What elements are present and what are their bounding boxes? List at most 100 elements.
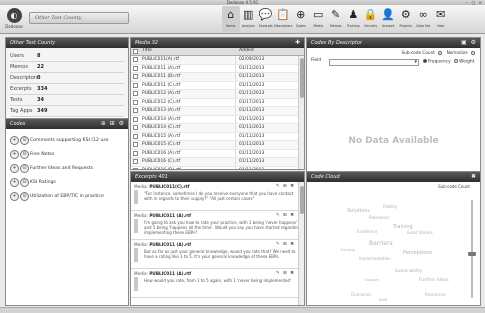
toolbar-account-button[interactable]: 👤 Account bbox=[380, 6, 398, 32]
normalize-toggle[interactable] bbox=[471, 51, 475, 55]
cloud-word[interactable]: Funding bbox=[341, 248, 355, 252]
row-checkbox[interactable] bbox=[131, 56, 139, 64]
toolbar-analyze-button[interactable]: ▥ Analyze bbox=[240, 6, 258, 32]
table-row[interactable]: PUBLIC016 (D).rtf 01/11/2013 bbox=[131, 166, 304, 169]
row-checkbox[interactable] bbox=[131, 116, 139, 124]
row-checkbox[interactable] bbox=[131, 167, 139, 169]
cloud-slider-thumb[interactable] bbox=[468, 252, 476, 256]
cloud-slider-track[interactable] bbox=[471, 200, 473, 298]
table-row[interactable]: PUBLIC011 (A).rtf 01/11/2013 bbox=[131, 64, 304, 73]
cloud-word[interactable]: Implementation bbox=[359, 256, 391, 261]
row-checkbox[interactable] bbox=[131, 65, 139, 73]
toolbar-home-button[interactable]: ⌂ Home bbox=[222, 6, 240, 32]
project-selector[interactable]: Other Test County bbox=[29, 12, 129, 24]
field-select[interactable] bbox=[329, 59, 419, 66]
table-row[interactable]: PUBLIC014 (A).rtf 01/11/2013 bbox=[131, 115, 304, 124]
expand-icon[interactable]: + bbox=[10, 191, 19, 201]
cloud-word[interactable]: Support bbox=[365, 278, 379, 282]
expand-icon[interactable]: + bbox=[10, 163, 19, 173]
code-item[interactable]: + ⊙ Utilization of EBP/TIC in practice bbox=[10, 189, 124, 203]
table-row[interactable]: PUBLIC014 (C).rtf 01/11/2013 bbox=[131, 124, 304, 133]
toolbar-training-button[interactable]: ♟ Training bbox=[345, 6, 363, 32]
expand-icon[interactable]: + bbox=[10, 177, 19, 187]
cloud-word[interactable]: Outcomes bbox=[351, 292, 371, 297]
excerpt-media[interactable]: PUBLIC011 (A).rtf bbox=[149, 213, 191, 218]
excerpt-actions[interactable]: ✎ ⊞ ✖ bbox=[276, 271, 295, 276]
row-checkbox[interactable] bbox=[131, 133, 139, 141]
table-row[interactable]: PUBLIC015 (C).rtf 01/11/2013 bbox=[131, 141, 304, 150]
descriptor-panel-actions[interactable]: ▣ ⚙ bbox=[461, 39, 477, 47]
cloud-word[interactable]: Good Stories bbox=[407, 230, 433, 235]
row-checkbox[interactable] bbox=[131, 82, 139, 90]
scroll-thumb[interactable] bbox=[300, 58, 304, 98]
row-checkbox[interactable] bbox=[131, 107, 139, 115]
code-item[interactable]: + ⊙ Comments supporting KSI (12 use bbox=[10, 133, 124, 147]
cloud-word[interactable]: Fidelity bbox=[383, 204, 397, 209]
code-item[interactable]: + ⊙ KSI Ratings bbox=[10, 175, 124, 189]
cloud-word[interactable]: Relevance bbox=[369, 215, 390, 220]
row-checkbox[interactable] bbox=[131, 99, 139, 107]
toolbar-projects-button[interactable]: ⚙ Projects bbox=[397, 6, 415, 32]
frequency-radio[interactable] bbox=[423, 59, 427, 63]
toolbar-codes-button[interactable]: ⊕ Codes bbox=[292, 6, 310, 32]
table-row[interactable]: PUBLIC011 (C).rtf 01/11/2013 bbox=[131, 81, 304, 90]
table-row[interactable]: PUBLIC012 (C).rtf 01/17/2013 bbox=[131, 98, 304, 107]
cloud-word[interactable]: Evidence bbox=[357, 230, 377, 235]
subcode-count-toggle[interactable] bbox=[438, 51, 443, 55]
expand-icon[interactable]: + bbox=[10, 135, 19, 145]
row-checkbox[interactable] bbox=[131, 158, 139, 166]
row-checkbox[interactable] bbox=[131, 150, 139, 158]
toolbar-excerpts-button[interactable]: 💬 Excerpts bbox=[257, 6, 275, 32]
codes-panel-actions[interactable]: ⊕ ⊞ ⚙ bbox=[101, 120, 125, 128]
excerpt-media[interactable]: PUBLIC011 (A).rtf bbox=[149, 271, 191, 276]
excerpt-item[interactable]: Media: PUBLIC011 (A).rtf ✎ ⊞ ✖ But as far … bbox=[131, 240, 304, 269]
expand-icon[interactable]: + bbox=[10, 149, 19, 159]
table-row[interactable]: PUBLIC011 (B).rtf 01/11/2013 bbox=[131, 73, 304, 82]
column-added[interactable]: Added bbox=[236, 48, 276, 55]
cloud-word[interactable]: Barriers bbox=[369, 240, 393, 247]
table-row[interactable]: PUBLIC015 (A).rtf 01/11/2013 bbox=[131, 132, 304, 141]
cloud-word[interactable]: Solutions bbox=[347, 208, 370, 214]
table-row[interactable]: PUBLIC016 (A).rtf 01/11/2013 bbox=[131, 149, 304, 158]
toolbar-descriptors-button[interactable]: 📋 Descriptors bbox=[274, 6, 292, 32]
table-row[interactable]: PUBLIC016 (C).rtf 01/11/2013 bbox=[131, 158, 304, 167]
select-all-checkbox[interactable] bbox=[131, 48, 139, 55]
row-checkbox[interactable] bbox=[131, 124, 139, 132]
excerpt-actions[interactable]: ✎ ⊞ ✖ bbox=[276, 213, 295, 218]
dedoose-logo[interactable]: ◐ Dedoose bbox=[3, 8, 25, 30]
code-item[interactable]: + ⊙ Free Notes bbox=[10, 147, 124, 161]
training-icon: ♟ bbox=[348, 8, 359, 21]
excerpt-item[interactable]: Media: PUBLIC011 (A).rtf ✎ ⊞ ✖ I'm going t… bbox=[131, 211, 304, 240]
expand-icon[interactable]: ✖ bbox=[471, 173, 477, 181]
row-checkbox[interactable] bbox=[131, 73, 139, 81]
excerpt-actions[interactable]: ✎ ⊞ ✖ bbox=[276, 184, 295, 189]
add-media-icon[interactable]: ✚ bbox=[295, 39, 301, 47]
excerpt-media[interactable]: PUBLIC011 (A).rtf bbox=[149, 242, 191, 247]
table-row[interactable]: PUBLIC011(A).rtf 02/09/2013 bbox=[131, 56, 304, 65]
row-checkbox[interactable] bbox=[131, 90, 139, 98]
toolbar-memos-button[interactable]: ✎ Memos bbox=[327, 6, 345, 32]
toolbar-security-button[interactable]: 🔒 Security bbox=[362, 6, 380, 32]
table-row[interactable]: PUBLIC012 (A).rtf 01/11/2013 bbox=[131, 90, 304, 99]
media-scrollbar[interactable] bbox=[298, 56, 304, 169]
excerpt-media[interactable]: PUBLIC011(C).rtf bbox=[149, 184, 189, 189]
code-item[interactable]: + ⊙ Further Ideas and Requests bbox=[10, 161, 124, 175]
column-title[interactable]: Title bbox=[139, 48, 236, 55]
toolbar-media-button[interactable]: ▭ Media bbox=[310, 6, 328, 32]
scroll-thumb[interactable] bbox=[300, 186, 304, 214]
excerpts-scrollbar[interactable] bbox=[298, 182, 304, 305]
toolbar-help-button[interactable]: ✉ Help bbox=[432, 6, 450, 32]
weight-radio[interactable] bbox=[454, 59, 459, 63]
cloud-word[interactable]: Perceptions bbox=[403, 250, 432, 256]
table-row[interactable]: PUBLIC013 (A).rtf 01/11/2013 bbox=[131, 107, 304, 116]
excerpt-actions[interactable]: ✎ ⊞ ✖ bbox=[276, 242, 295, 247]
cloud-word[interactable]: Resources bbox=[425, 292, 445, 297]
excerpt-item[interactable]: Media: PUBLIC011(C).rtf ✎ ⊞ ✖ "For instanc… bbox=[131, 182, 304, 211]
toolbar-data-set-button[interactable]: ∞ Data Set bbox=[415, 6, 433, 32]
excerpt-item[interactable]: Media: PUBLIC011 (A).rtf ✎ ⊞ ✖ How would y… bbox=[131, 269, 304, 298]
row-checkbox[interactable] bbox=[131, 141, 139, 149]
stat-value: 0 bbox=[37, 75, 41, 81]
cloud-word[interactable]: Sustainability bbox=[395, 268, 422, 273]
cloud-word[interactable]: Staff bbox=[379, 298, 387, 302]
cloud-word[interactable]: Further Ideas bbox=[419, 278, 449, 283]
